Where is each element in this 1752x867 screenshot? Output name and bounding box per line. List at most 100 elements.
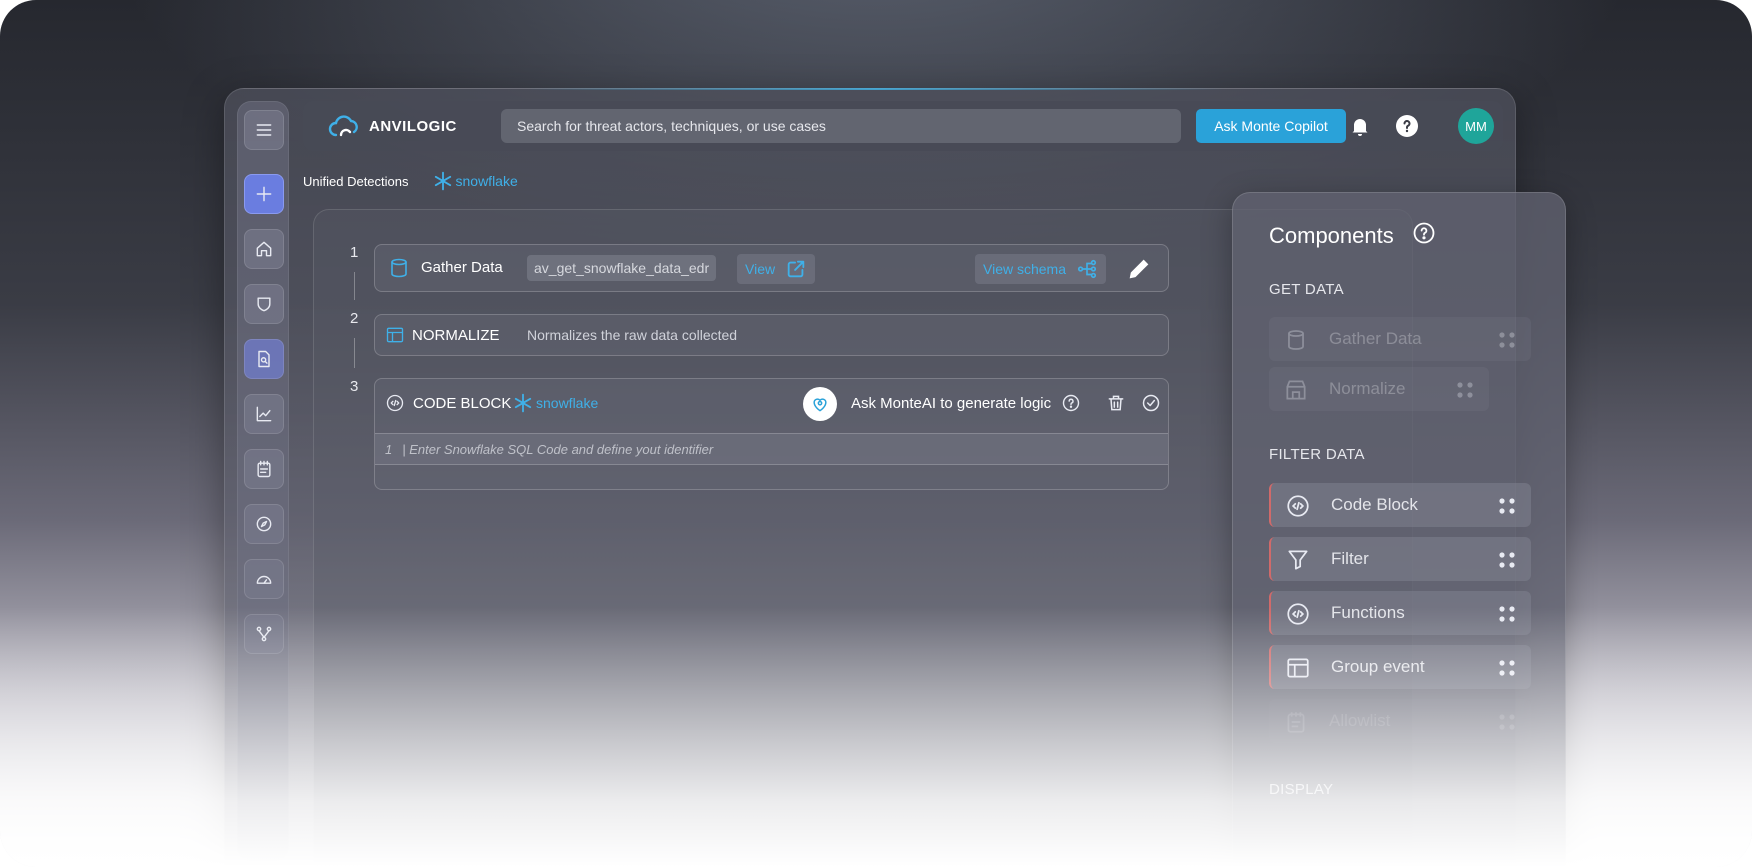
component-gather-data[interactable]: Gather Data — [1269, 317, 1531, 361]
ask-monteai-label[interactable]: Ask MonteAI to generate logic — [851, 395, 1051, 412]
sidebar-item-workflow[interactable] — [244, 614, 284, 654]
home-icon — [256, 241, 272, 257]
dataset-name[interactable]: av_get_snowflake_data_edr — [527, 255, 717, 281]
drag-handle-icon[interactable] — [1497, 330, 1517, 350]
step-number: 3 — [350, 378, 359, 395]
breadcrumb: Unified Detections snowflake — [303, 171, 518, 191]
gauge-icon — [256, 575, 272, 584]
component-normalize[interactable]: Normalize — [1269, 367, 1489, 411]
snowflake-icon — [514, 393, 532, 413]
help-button[interactable] — [1395, 114, 1419, 138]
view-schema-label: View schema — [983, 261, 1067, 277]
component-label: Code Block — [1331, 495, 1418, 514]
confirm-button[interactable] — [1141, 393, 1161, 418]
panel-title: Components — [1269, 221, 1436, 251]
funnel-icon — [1288, 550, 1308, 570]
sidebar-item-analytics[interactable] — [244, 394, 284, 434]
add-button[interactable] — [244, 174, 284, 214]
shield-icon — [257, 297, 271, 312]
notepad-icon — [1287, 712, 1305, 733]
step-description: Normalizes the raw data collected — [527, 327, 738, 343]
delete-button[interactable] — [1106, 393, 1126, 418]
view-link[interactable]: View — [737, 254, 816, 284]
search-input[interactable] — [501, 109, 1181, 143]
database-icon — [387, 256, 411, 285]
help-icon — [1396, 115, 1418, 137]
compass-icon — [256, 516, 272, 532]
sidebar-item-reports[interactable] — [244, 449, 284, 489]
page-title: Unified Detections — [303, 173, 409, 189]
section-display: DISPLAY — [1269, 781, 1334, 798]
step-connector — [354, 338, 355, 368]
snowflake-brand: snowflake — [433, 171, 518, 191]
component-label: Allowlist — [1329, 711, 1391, 730]
trash-icon — [1108, 395, 1124, 411]
cloud-logo-icon — [328, 115, 358, 137]
drag-handle-icon[interactable] — [1497, 496, 1517, 516]
view-schema-link[interactable]: View schema — [975, 254, 1107, 284]
code-block-step[interactable]: CODE BLOCK snowflake Ask MonteAI to gene… — [374, 378, 1169, 490]
step-title: NORMALIZE — [412, 327, 500, 344]
line-number: 1 — [385, 441, 393, 457]
component-label: Normalize — [1329, 379, 1406, 398]
sidebar-item-shield[interactable] — [244, 284, 284, 324]
snowflake-icon — [434, 171, 451, 191]
edit-button[interactable] — [1125, 255, 1153, 288]
component-code-block[interactable]: Code Block — [1269, 483, 1531, 527]
pencil-icon — [1129, 259, 1149, 279]
bell-icon — [1352, 119, 1368, 136]
document-search-icon — [258, 350, 270, 368]
step-number: 1 — [350, 244, 359, 261]
store-icon — [1286, 380, 1306, 400]
drag-handle-icon[interactable] — [1497, 658, 1517, 678]
code-icon — [1287, 495, 1309, 517]
avatar[interactable]: MM — [1458, 108, 1494, 144]
notifications-button[interactable] — [1348, 114, 1372, 138]
component-label: Group event — [1331, 657, 1425, 676]
code-icon — [385, 393, 405, 418]
help-button[interactable] — [1061, 393, 1081, 418]
top-bar: ANVILOGIC Ask Monte Copilot MM — [303, 101, 1503, 151]
code-placeholder: | Enter Snowflake SQL Code and define yo… — [402, 441, 714, 457]
logo: ANVILOGIC — [327, 111, 457, 141]
section-get-data: GET DATA — [1269, 281, 1344, 298]
code-editor[interactable]: 1 | Enter Snowflake SQL Code and define … — [375, 433, 1168, 465]
plus-icon — [256, 186, 272, 202]
code-icon — [1287, 603, 1309, 625]
component-filter[interactable]: Filter — [1269, 537, 1531, 581]
gather-data-step[interactable]: Gather Data av_get_snowflake_data_edr Vi… — [374, 244, 1169, 292]
sidebar-item-performance[interactable] — [244, 559, 284, 599]
notepad-icon — [257, 460, 271, 478]
database-icon — [1288, 330, 1304, 350]
sidebar-item-home[interactable] — [244, 229, 284, 269]
drag-handle-icon[interactable] — [1497, 550, 1517, 570]
snowflake-brand: snowflake — [513, 393, 598, 413]
schema-icon — [1077, 259, 1097, 279]
step-title: Gather Data — [421, 259, 503, 276]
ask-copilot-button[interactable]: Ask Monte Copilot — [1196, 109, 1346, 143]
step-title: CODE BLOCK — [413, 395, 512, 412]
section-filter-data: FILTER DATA — [1269, 446, 1365, 463]
workflow-icon — [256, 626, 272, 642]
help-button[interactable] — [1412, 221, 1436, 251]
monte-ai-button[interactable] — [803, 387, 837, 421]
drag-handle-icon[interactable] — [1497, 712, 1517, 732]
snowflake-label: snowflake — [536, 395, 599, 411]
logo-text: ANVILOGIC — [369, 117, 457, 135]
component-functions[interactable]: Functions — [1269, 591, 1531, 635]
sidebar-item-detections[interactable] — [244, 339, 284, 379]
component-label: Filter — [1331, 549, 1369, 568]
menu-icon — [256, 124, 272, 136]
normalize-step[interactable]: NORMALIZE Normalizes the raw data collec… — [374, 314, 1169, 356]
drag-handle-icon[interactable] — [1497, 604, 1517, 624]
component-allowlist[interactable]: Allowlist — [1269, 699, 1531, 743]
help-icon — [1413, 222, 1435, 244]
component-group-event[interactable]: Group event — [1269, 645, 1531, 689]
component-label: Gather Data — [1329, 329, 1422, 348]
menu-button[interactable] — [244, 110, 284, 150]
sidebar-item-explore[interactable] — [244, 504, 284, 544]
ai-heart-icon — [813, 398, 827, 412]
drag-handle-icon[interactable] — [1455, 380, 1475, 400]
sidebar — [237, 101, 289, 861]
table-layout-icon — [1287, 658, 1309, 678]
